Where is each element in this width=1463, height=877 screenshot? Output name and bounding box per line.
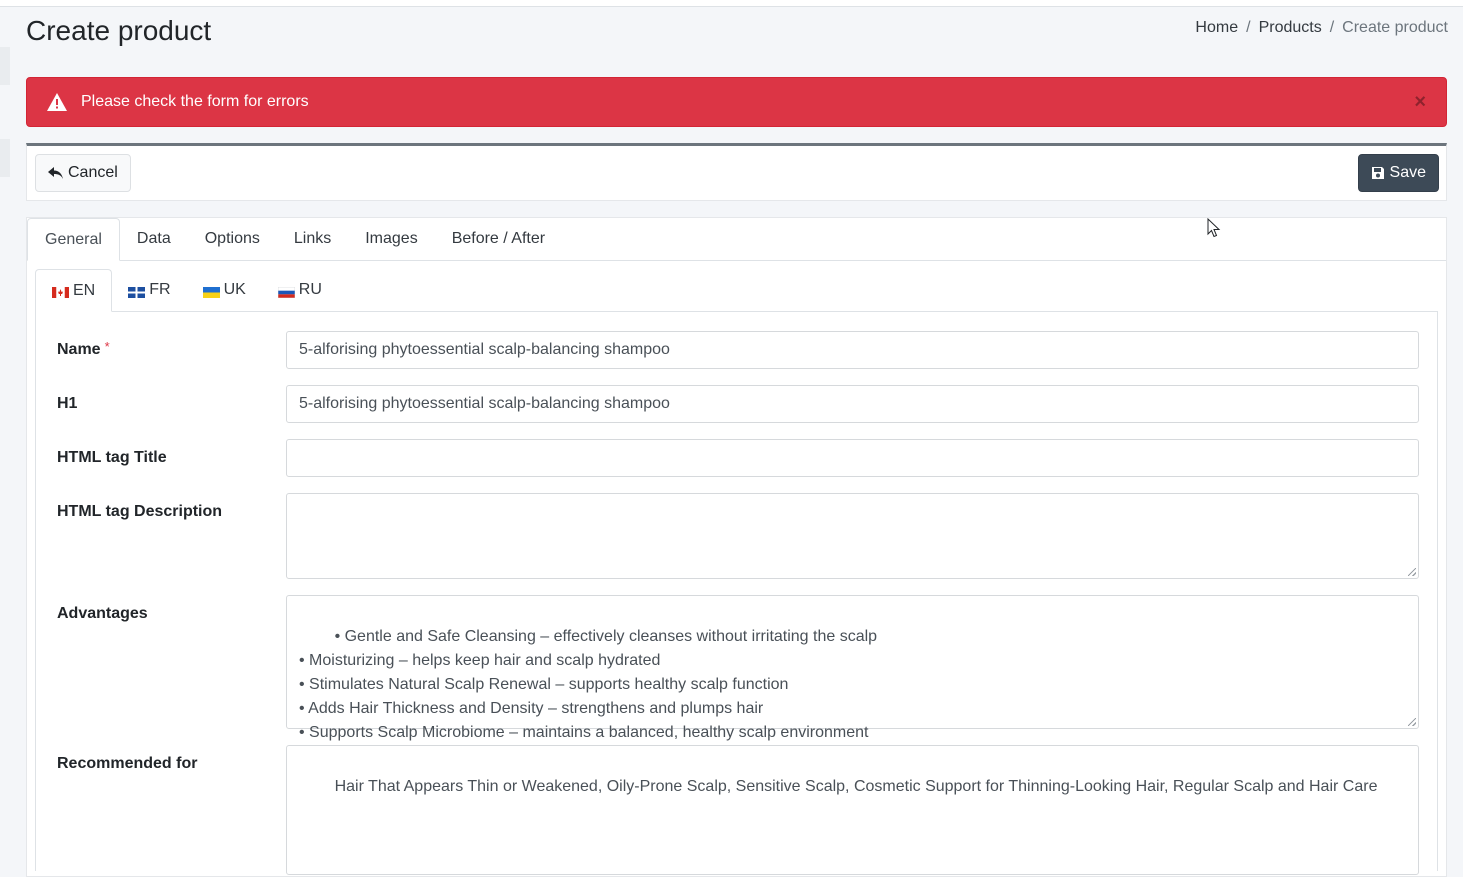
- html-description-textarea[interactable]: [286, 493, 1419, 579]
- lang-tab-label: UK: [223, 281, 246, 298]
- breadcrumb-separator: /: [1246, 19, 1251, 36]
- cancel-button[interactable]: Cancel: [35, 154, 131, 192]
- floppy-disk-icon: [1371, 166, 1385, 180]
- recommended-for-label: Recommended for: [57, 755, 198, 772]
- lang-tab-label: EN: [73, 281, 96, 299]
- russia-flag-icon: [277, 285, 296, 298]
- warning-triangle-icon: [47, 93, 67, 111]
- lang-tab-label: RU: [298, 281, 322, 298]
- alert-message: Please check the form for errors: [81, 93, 309, 110]
- lang-tab-fr[interactable]: FR: [112, 269, 186, 311]
- page-title: Create product: [26, 15, 212, 46]
- breadcrumb: Home / Products / Create product: [1195, 18, 1448, 38]
- h1-input[interactable]: 5-alforising phytoessential scalp-balanc…: [286, 385, 1419, 423]
- html-title-label: HTML tag Title: [57, 449, 167, 466]
- lang-tab-uk[interactable]: UK: [187, 269, 262, 311]
- mouse-cursor-icon: [1207, 218, 1221, 238]
- name-input[interactable]: 5-alforising phytoessential scalp-balanc…: [286, 331, 1419, 369]
- breadcrumb-separator: /: [1329, 19, 1335, 36]
- general-en-form: Name * 5-alforising phytoessential scalp-…: [35, 311, 1438, 875]
- tab-before-after[interactable]: Before / After: [435, 218, 562, 260]
- resize-handle-icon[interactable]: [1408, 568, 1416, 576]
- html-description-label: HTML tag Description: [57, 503, 223, 520]
- breadcrumb-products-link[interactable]: Products: [1259, 18, 1322, 38]
- tab-links[interactable]: Links: [277, 218, 348, 260]
- save-button[interactable]: Save: [1357, 154, 1439, 192]
- tab-general[interactable]: General: [27, 218, 120, 261]
- cancel-button-label: Cancel: [68, 164, 118, 181]
- breadcrumb-current: Create product: [1342, 19, 1448, 36]
- tab-images[interactable]: Images: [348, 218, 434, 260]
- lang-tab-label: FR: [149, 281, 171, 298]
- lang-tab-ru[interactable]: RU: [262, 269, 338, 311]
- html-title-input[interactable]: [286, 439, 1419, 477]
- quebec-flag-icon: [128, 285, 146, 298]
- resize-handle-icon[interactable]: [1408, 718, 1416, 726]
- h1-label: H1: [57, 395, 78, 412]
- recommended-for-value: Hair That Appears Thin or Weakened, Oily…: [334, 778, 1378, 795]
- action-toolbar: Cancel Save: [26, 143, 1447, 201]
- name-label-text: Name: [57, 341, 101, 358]
- lang-tab-en[interactable]: EN: [35, 269, 113, 312]
- product-form-card: General Data Options Links Images Before…: [26, 217, 1447, 877]
- advantages-value: • Gentle and Safe Cleansing – effectivel…: [299, 628, 878, 741]
- advantages-textarea[interactable]: • Gentle and Safe Cleansing – effectivel…: [286, 595, 1419, 741]
- breadcrumb-home-link[interactable]: Home: [1195, 18, 1238, 38]
- alert-close-button[interactable]: ×: [1414, 91, 1426, 113]
- reply-arrow-icon: [48, 166, 64, 180]
- language-tabs: EN FR UK RU: [35, 269, 1438, 312]
- advantages-label: Advantages: [57, 605, 148, 622]
- tab-options[interactable]: Options: [188, 218, 277, 260]
- tab-data[interactable]: Data: [120, 218, 188, 260]
- top-strip: [0, 0, 1463, 7]
- sidebar-edge: [0, 139, 10, 177]
- required-mark: *: [104, 339, 110, 354]
- error-alert: Please check the form for errors ×: [26, 77, 1447, 127]
- sidebar-edge: [0, 47, 10, 85]
- main-tabs: General Data Options Links Images Before…: [27, 218, 1446, 261]
- ukraine-flag-icon: [202, 285, 220, 298]
- canada-flag-icon: [52, 285, 69, 298]
- name-label: Name *: [57, 339, 110, 360]
- save-button-label: Save: [1389, 164, 1426, 181]
